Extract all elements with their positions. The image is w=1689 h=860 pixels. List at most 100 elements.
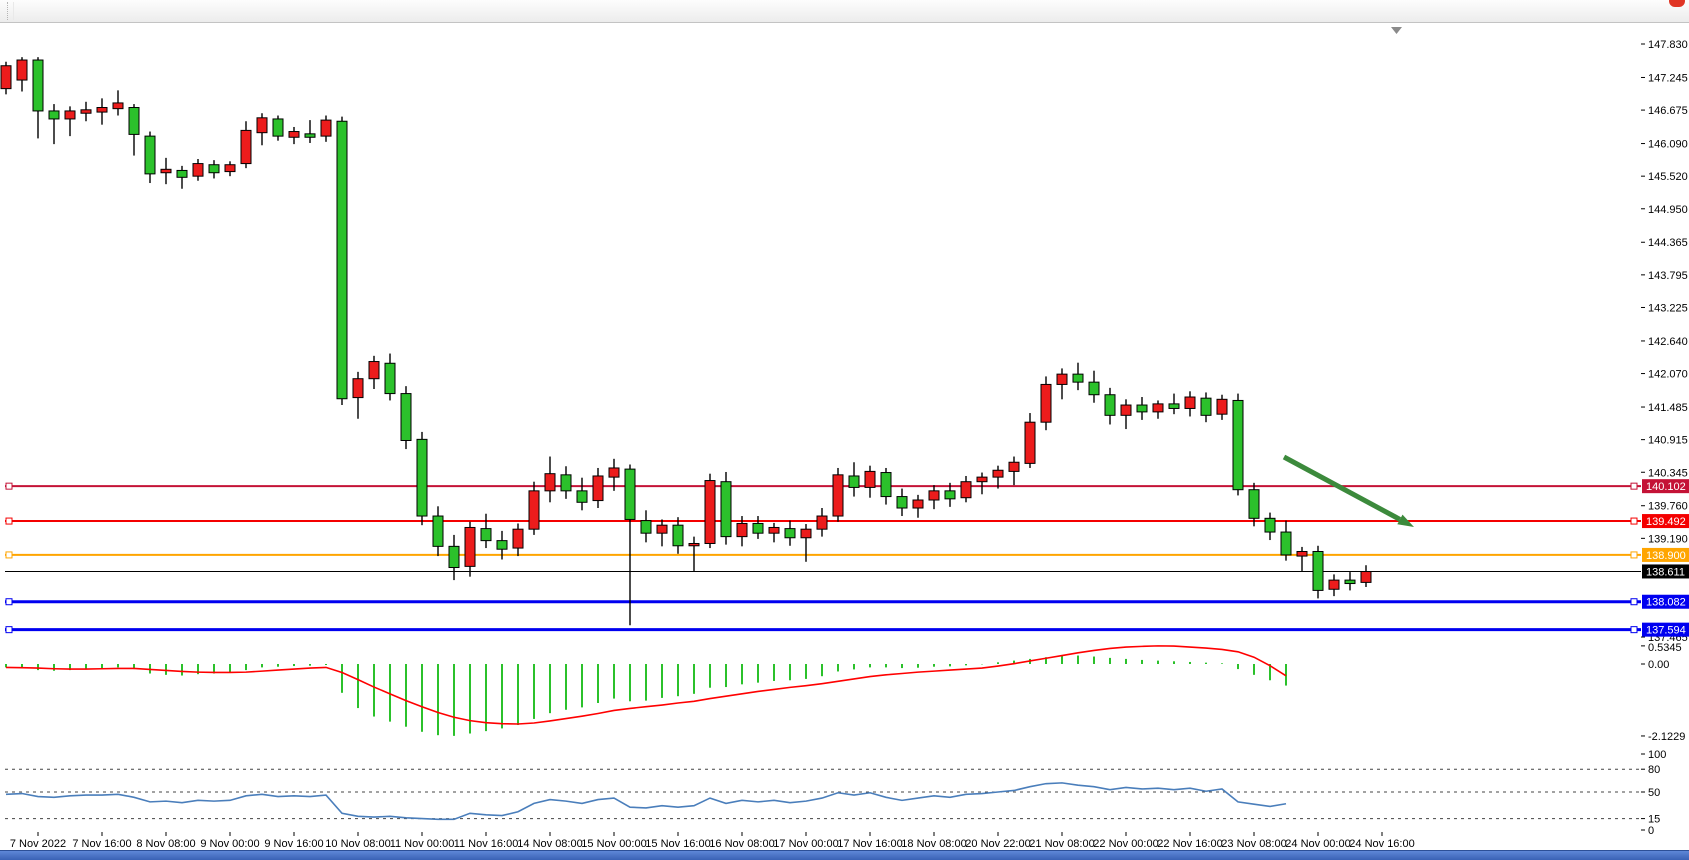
price-label-138611: 138.611 — [1642, 564, 1689, 578]
candle-body — [1057, 374, 1067, 384]
price-tick-label: 146.675 — [1648, 105, 1688, 117]
toolbar-separator — [7, 2, 14, 20]
macd-axis-label: -2.1229 — [1648, 731, 1685, 743]
svg-text:138.611: 138.611 — [1646, 566, 1685, 578]
candle-body — [673, 525, 683, 546]
candle-body — [625, 469, 635, 519]
macd-axis-label: 0.5345 — [1648, 642, 1682, 654]
candle-body — [193, 164, 203, 177]
candle-body — [1, 66, 11, 89]
time-tick-label: 20 Nov 22:00 — [965, 838, 1030, 850]
candle-body — [1361, 572, 1371, 583]
time-axis[interactable]: 7 Nov 20227 Nov 16:008 Nov 08:009 Nov 00… — [10, 832, 1415, 850]
candle-body — [1137, 405, 1147, 412]
candle-body — [801, 529, 811, 538]
candle-body — [785, 529, 795, 538]
price-tick-label: 142.640 — [1648, 336, 1688, 348]
candle-body — [225, 165, 235, 172]
candle-body — [817, 516, 827, 529]
candle-body — [113, 103, 123, 109]
rsi-axis-label: 15 — [1648, 814, 1660, 826]
candle-body — [1185, 397, 1195, 408]
line-handle[interactable] — [1631, 627, 1637, 633]
candles-layer — [1, 57, 1371, 625]
candle-body — [1153, 404, 1163, 412]
price-line-138900[interactable] — [5, 552, 1641, 558]
time-tick-label: 21 Nov 08:00 — [1029, 838, 1094, 850]
line-handle[interactable] — [1631, 599, 1637, 605]
candle-body — [433, 516, 443, 546]
candle-body — [1265, 518, 1275, 532]
candle-body — [1089, 382, 1099, 395]
macd-pane[interactable]: 0.5345 0.00 -2.1229 — [6, 642, 1685, 743]
price-line-140102[interactable] — [5, 483, 1641, 489]
candle-body — [1249, 490, 1259, 519]
line-handle[interactable] — [6, 552, 12, 558]
candle-body — [1297, 551, 1307, 556]
rsi-pane[interactable]: 1008050150 — [5, 749, 1666, 837]
price-chart-canvas[interactable]: 147.830147.245146.675146.090145.520144.9… — [0, 0, 1689, 860]
time-tick-label: 24 Nov 00:00 — [1285, 838, 1350, 850]
svg-text:138.900: 138.900 — [1646, 550, 1686, 562]
time-tick-label: 17 Nov 00:00 — [773, 838, 838, 850]
price-tick-label: 143.795 — [1648, 270, 1688, 282]
candle-body — [897, 497, 907, 508]
candle-body — [913, 500, 923, 508]
line-handle[interactable] — [6, 627, 12, 633]
candle-body — [481, 529, 491, 541]
candle-body — [1217, 399, 1227, 414]
svg-text:139.492: 139.492 — [1646, 516, 1686, 528]
time-tick-label: 10 Nov 08:00 — [325, 838, 390, 850]
candle-body — [145, 136, 155, 174]
line-handle[interactable] — [1631, 483, 1637, 489]
price-tick-label: 145.520 — [1648, 171, 1688, 183]
price-label-137594: 137.594 — [1642, 623, 1689, 637]
candle-body — [497, 541, 507, 550]
price-line-138082[interactable] — [5, 599, 1641, 605]
rsi-line — [6, 783, 1286, 819]
candle-body — [849, 476, 859, 487]
candle-body — [257, 118, 267, 133]
candle-body — [385, 363, 395, 393]
candle-body — [881, 473, 891, 497]
line-handle[interactable] — [1631, 552, 1637, 558]
candle-body — [593, 476, 603, 501]
candle-body — [961, 482, 971, 498]
candle-body — [577, 491, 587, 502]
candle-body — [177, 170, 187, 177]
macd-axis-label: 0.00 — [1648, 659, 1669, 671]
price-tick-label: 140.915 — [1648, 435, 1688, 447]
price-tick-label: 141.485 — [1648, 402, 1688, 414]
time-tick-label: 17 Nov 16:00 — [837, 838, 902, 850]
price-tick-label: 146.090 — [1648, 139, 1688, 151]
chart-shift-marker-icon[interactable] — [1391, 27, 1402, 34]
candle-body — [17, 60, 27, 80]
time-tick-label: 22 Nov 00:00 — [1093, 838, 1158, 850]
price-label-138900: 138.900 — [1642, 548, 1689, 562]
price-lines-layer[interactable] — [5, 483, 1641, 632]
svg-text:140.102: 140.102 — [1646, 481, 1686, 493]
time-tick-label: 8 Nov 08:00 — [136, 838, 195, 850]
downtrend-arrow[interactable] — [1284, 457, 1414, 527]
candle-body — [769, 527, 779, 533]
price-tick-label: 147.830 — [1648, 39, 1688, 51]
svg-text:138.082: 138.082 — [1646, 597, 1686, 609]
price-tick-label: 143.225 — [1648, 302, 1688, 314]
time-tick-label: 14 Nov 08:00 — [517, 838, 582, 850]
line-handle[interactable] — [6, 599, 12, 605]
line-handle[interactable] — [6, 518, 12, 524]
time-tick-label: 9 Nov 16:00 — [264, 838, 323, 850]
line-handle[interactable] — [1631, 518, 1637, 524]
search-button[interactable] — [1655, 0, 1663, 23]
candle-body — [1105, 395, 1115, 416]
candle-body — [977, 477, 987, 482]
candle-body — [737, 523, 747, 536]
time-tick-label: 23 Nov 08:00 — [1221, 838, 1286, 850]
notifications-button[interactable] — [1671, 0, 1679, 23]
candle-body — [337, 121, 347, 398]
time-tick-label: 7 Nov 2022 — [10, 838, 66, 850]
main-toolbar — [0, 0, 1689, 23]
price-line-137594[interactable] — [5, 627, 1641, 633]
line-handle[interactable] — [6, 483, 12, 489]
candle-body — [1313, 551, 1323, 590]
